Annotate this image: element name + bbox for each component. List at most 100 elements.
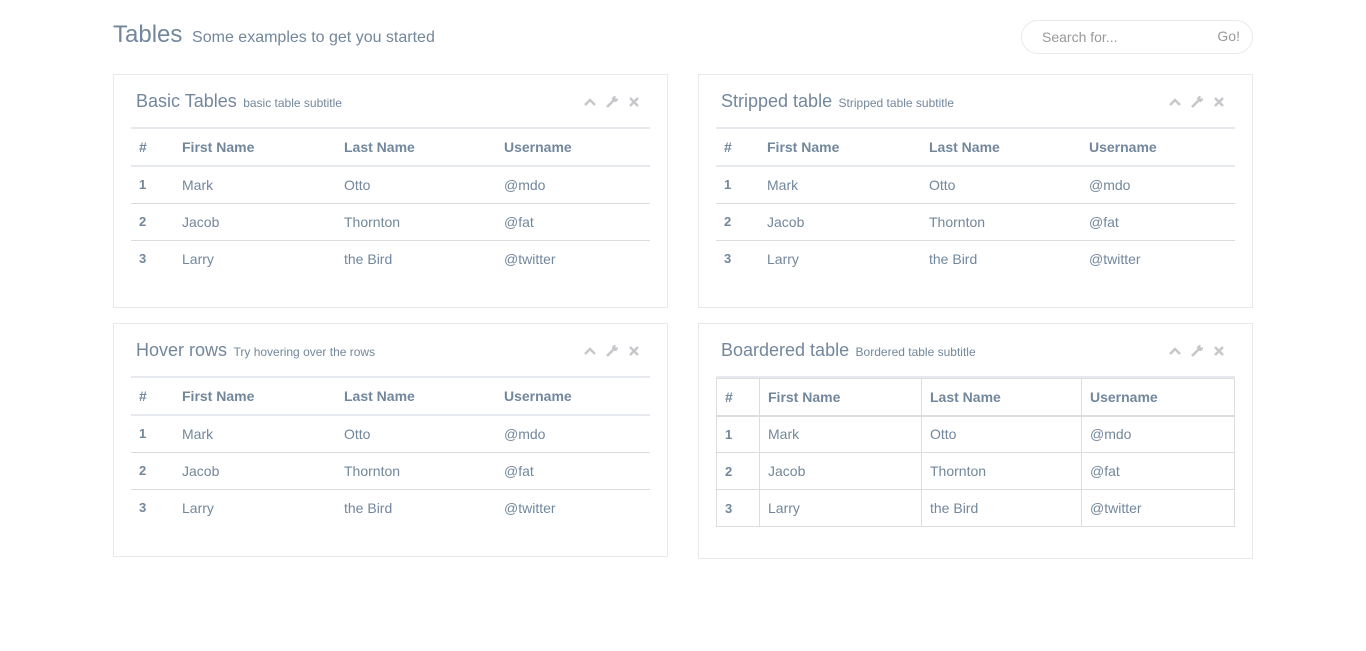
panel-toolbox xyxy=(583,344,641,358)
column-header: Username xyxy=(1081,129,1235,167)
table-row: 3 Larry the Bird @twitter xyxy=(716,489,1235,527)
wrench-icon[interactable] xyxy=(1190,344,1204,358)
search-go-button[interactable]: Go! xyxy=(1217,28,1240,44)
table-row: 2 Jacob Thornton @fat xyxy=(131,202,650,240)
panel-title: Basic Tables basic table subtitle xyxy=(136,91,342,112)
table-cell: @fat xyxy=(496,451,650,489)
table-cell: @mdo xyxy=(504,176,546,193)
panel-title: Stripped table Stripped table subtitle xyxy=(721,91,954,112)
panel-hover-rows: Hover rows Try hovering over the rows # … xyxy=(113,323,668,557)
close-icon[interactable] xyxy=(627,344,641,358)
table-row[interactable]: 1 Mark Otto @mdo xyxy=(131,415,650,452)
column-header: First Name xyxy=(174,129,336,167)
table-row: 1 Mark Otto @mdo xyxy=(716,415,1235,453)
table-cell: the Bird xyxy=(336,488,496,526)
table-row: 3 Larry the Bird @twitter xyxy=(716,239,1235,277)
table-cell: Jacob xyxy=(174,202,336,240)
basic-table: # First Name Last Name Username 1 Mark Ott… xyxy=(131,129,650,277)
column-header: Last Name xyxy=(336,378,496,416)
table-cell: Jacob xyxy=(174,451,336,489)
table-cell: 1 xyxy=(724,177,732,193)
close-icon[interactable] xyxy=(1212,344,1226,358)
bordered-table: # First Name Last Name Username 1 Mark Ott… xyxy=(716,378,1235,527)
table-wrapper: # First Name Last Name Username 1 Mark Ott… xyxy=(131,127,650,277)
table-cell: Thornton xyxy=(921,452,1082,490)
table-cell: Mark xyxy=(182,176,214,193)
table-cell: Mark xyxy=(182,425,214,442)
table-cell: Larry xyxy=(174,488,336,526)
table-cell: Jacob xyxy=(759,452,922,490)
wrench-icon[interactable] xyxy=(605,344,619,358)
table-row: 2 Jacob Thornton @fat xyxy=(716,452,1235,490)
table-cell: 3 xyxy=(716,239,759,277)
table-cell: 1 xyxy=(139,426,147,442)
table-cell: Otto xyxy=(929,176,956,193)
table-cell: @twitter xyxy=(496,239,650,277)
panel-heading: Basic Tables xyxy=(136,91,237,111)
panel-subtitle: Bordered table subtitle xyxy=(855,345,976,359)
panel-bordered-table: Boardered table Bordered table subtitle … xyxy=(698,323,1253,559)
table-cell: the Bird xyxy=(921,239,1081,277)
table-cell: @mdo xyxy=(1089,176,1131,193)
table-cell: @twitter xyxy=(1081,489,1235,527)
close-icon[interactable] xyxy=(1212,95,1226,109)
column-header: Last Name xyxy=(921,129,1081,167)
table-row: 2 Jacob Thornton @fat xyxy=(716,202,1235,240)
table-row: 1 Mark Otto @mdo xyxy=(131,166,650,203)
table-cell: @twitter xyxy=(1081,239,1235,277)
table-cell: @fat xyxy=(496,202,650,240)
table-cell: @twitter xyxy=(496,488,650,526)
table-header-row: # First Name Last Name Username xyxy=(716,129,1235,167)
panel-subtitle: Try hovering over the rows xyxy=(233,345,376,359)
panel-heading: Boardered table xyxy=(721,340,850,360)
panel-basic-tables: Basic Tables basic table subtitle # Firs… xyxy=(113,74,668,308)
table-cell: @fat xyxy=(1081,202,1235,240)
table-cell: 3 xyxy=(131,488,174,526)
table-cell: 1 xyxy=(139,177,147,193)
panel-toolbox xyxy=(1168,344,1226,358)
hover-table: # First Name Last Name Username 1 Mark Ott… xyxy=(131,378,650,526)
table-cell: @mdo xyxy=(504,425,546,442)
column-header: # xyxy=(131,378,174,416)
table-cell: Otto xyxy=(921,415,1082,453)
panel-title: Boardered table Bordered table subtitle xyxy=(721,340,976,361)
chevron-up-icon[interactable] xyxy=(1168,344,1182,358)
column-header: # xyxy=(716,129,759,167)
panel-toolbox xyxy=(583,95,641,109)
table-cell: Mark xyxy=(767,176,799,193)
table-cell: @fat xyxy=(1081,452,1235,490)
wrench-icon[interactable] xyxy=(605,95,619,109)
chevron-up-icon[interactable] xyxy=(583,95,597,109)
column-header: Last Name xyxy=(336,129,496,167)
panel-subtitle: Stripped table subtitle xyxy=(838,96,954,110)
close-icon[interactable] xyxy=(627,95,641,109)
search-input[interactable] xyxy=(1030,22,1200,52)
table-cell: 2 xyxy=(131,451,174,489)
wrench-icon[interactable] xyxy=(1190,95,1204,109)
column-header: Last Name xyxy=(921,378,1082,417)
column-header: # xyxy=(716,378,760,417)
column-header: Username xyxy=(496,378,650,416)
table-row: 3 Larry the Bird @twitter xyxy=(131,239,650,277)
panel-heading: Hover rows xyxy=(136,340,228,360)
column-header: # xyxy=(131,129,174,167)
table-row[interactable]: 3 Larry the Bird @twitter xyxy=(131,488,650,526)
table-cell: Otto xyxy=(344,176,371,193)
table-row: 1 Mark Otto @mdo xyxy=(716,166,1235,203)
stripped-table: # First Name Last Name Username 1 Mark Ott… xyxy=(716,129,1235,277)
column-header: Username xyxy=(496,129,650,167)
chevron-up-icon[interactable] xyxy=(1168,95,1182,109)
table-cell: the Bird xyxy=(336,239,496,277)
page-subtitle: Some examples to get you started xyxy=(192,29,435,46)
table-cell: Otto xyxy=(344,425,371,442)
table-wrapper: # First Name Last Name Username 1 Mark Ott… xyxy=(716,376,1235,527)
table-row[interactable]: 2 Jacob Thornton @fat xyxy=(131,451,650,489)
page-title-text: Tables xyxy=(113,21,183,48)
table-cell: Mark xyxy=(759,415,922,453)
table-cell: 3 xyxy=(716,489,760,527)
chevron-up-icon[interactable] xyxy=(583,344,597,358)
page-header: Tables Some examples to get you started … xyxy=(113,20,1253,56)
page-title: Tables Some examples to get you started xyxy=(113,20,435,53)
column-header: First Name xyxy=(759,129,921,167)
table-cell: Thornton xyxy=(336,202,496,240)
